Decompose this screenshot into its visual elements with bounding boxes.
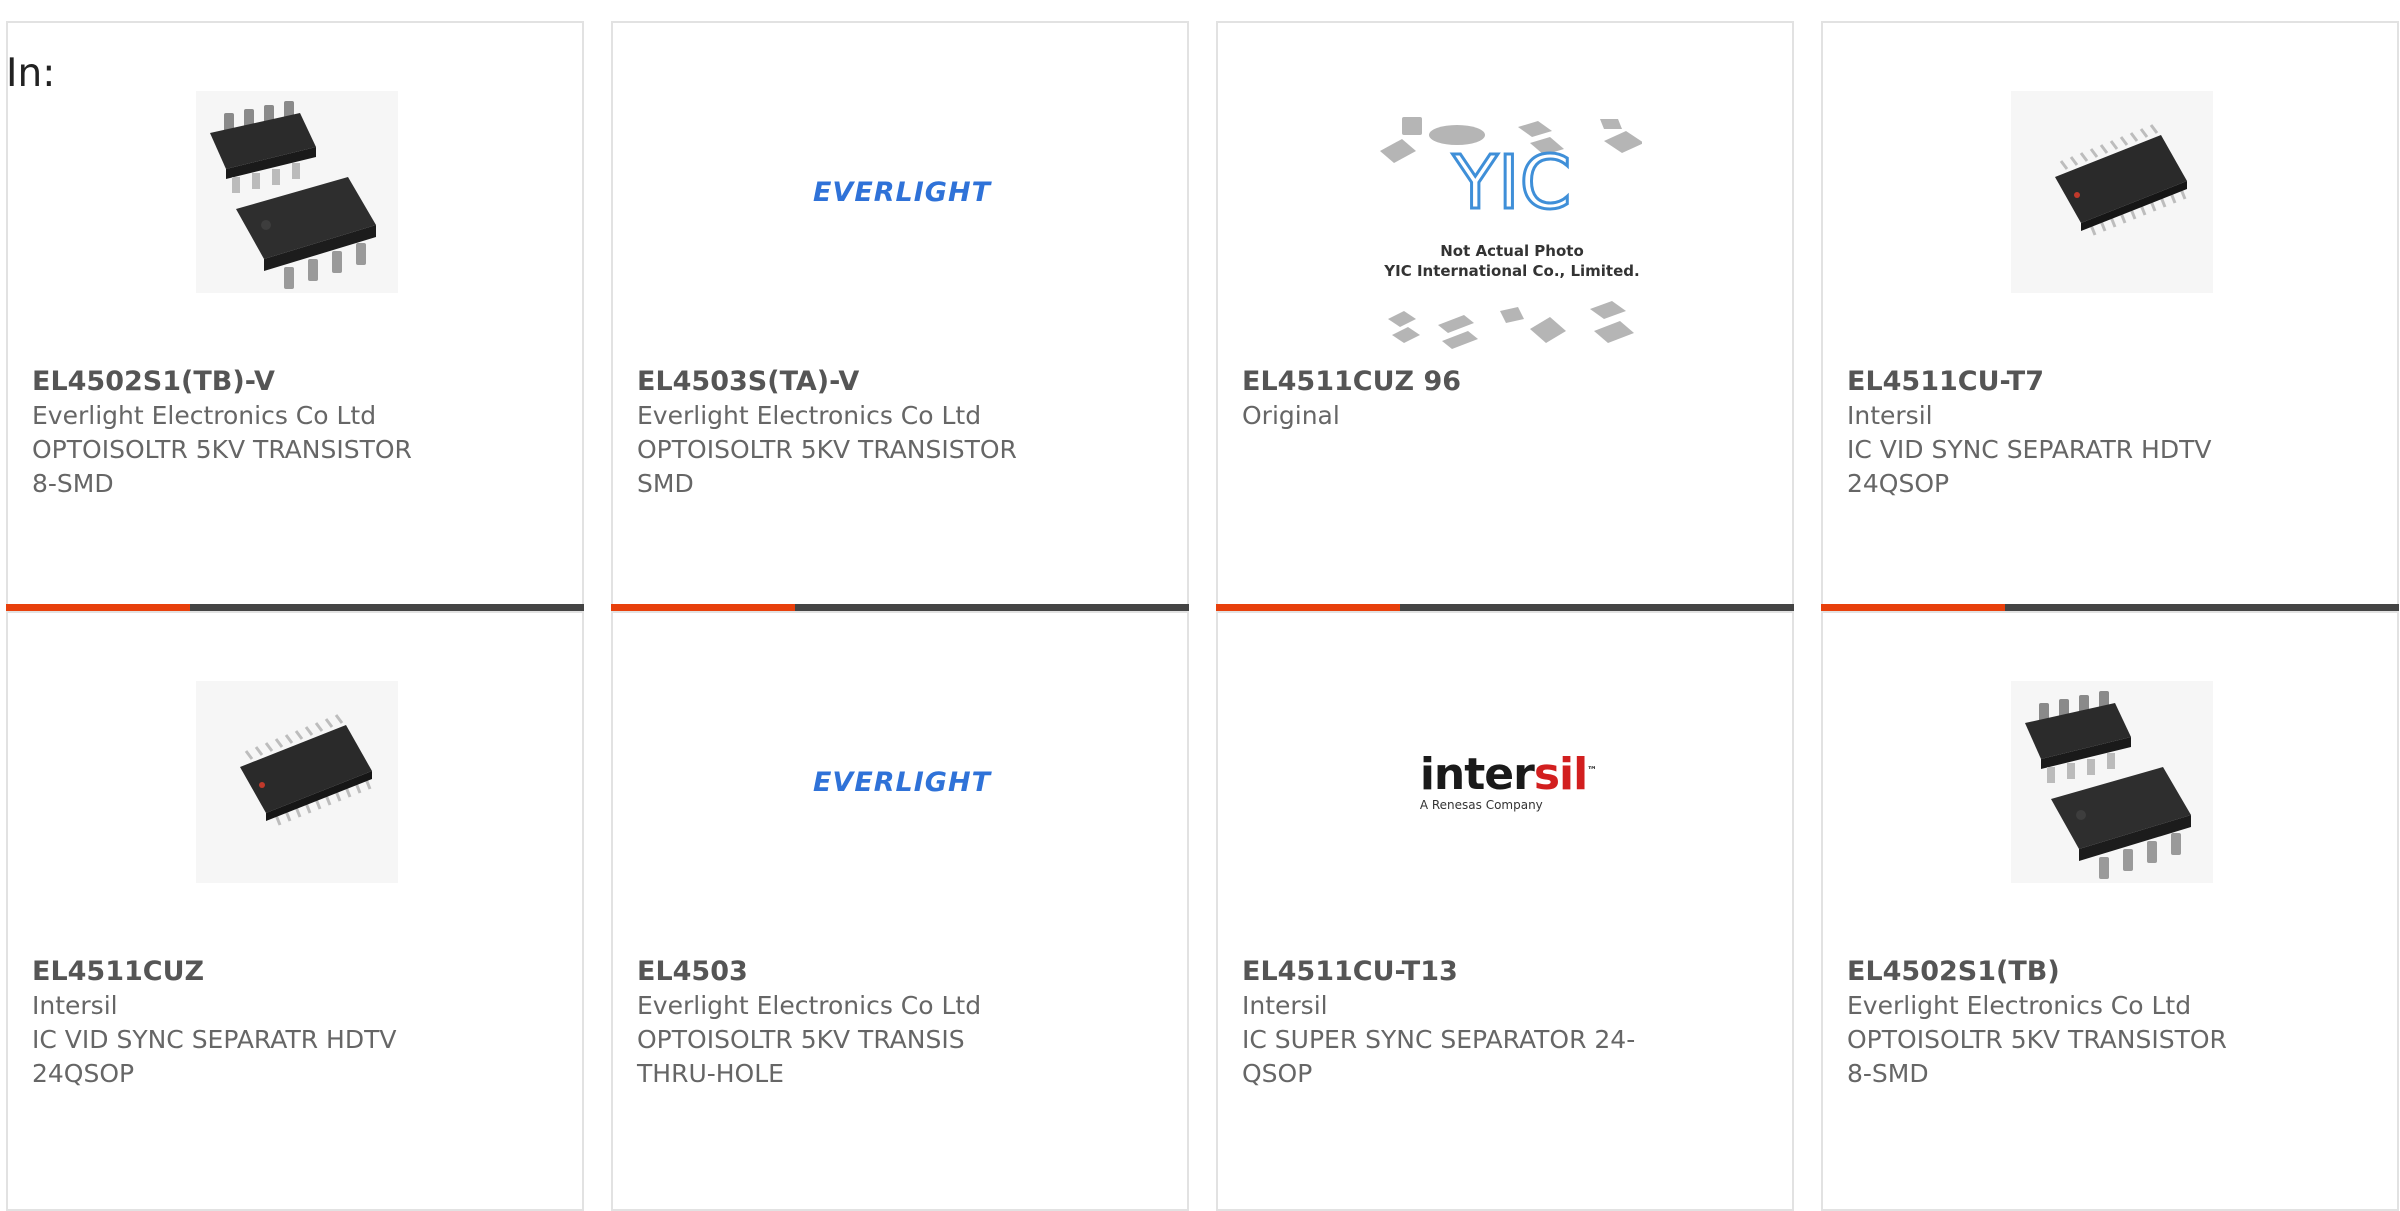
product-part-number[interactable]: EL4502S1(TB)-V <box>32 365 462 399</box>
product-manufacturer: Everlight Electronics Co Ltd <box>637 991 982 1020</box>
product-card[interactable]: EVERLIGHT EL4503S(TA)-V Everlight Electr… <box>611 21 1189 611</box>
product-card[interactable]: EL4502S1(TB)-V Everlight Electronics Co … <box>6 21 584 611</box>
product-image-chip-8smd <box>196 91 398 293</box>
everlight-logo: EVERLIGHT <box>812 176 991 208</box>
product-part-number[interactable]: EL4502S1(TB) <box>1847 955 2277 989</box>
product-description: OPTOISOLTR 5KV TRANSISTOR <box>637 435 1017 464</box>
product-manufacturer: Intersil <box>1847 401 1933 430</box>
product-manufacturer: Intersil <box>1242 991 1328 1020</box>
intersil-word-b: sil <box>1533 749 1588 800</box>
product-card[interactable]: EL4502S1(TB) Everlight Electronics Co Lt… <box>1821 611 2399 1211</box>
product-card[interactable]: EVERLIGHT EL4503 Everlight Electronics C… <box>611 611 1189 1211</box>
everlight-logo: EVERLIGHT <box>812 766 991 798</box>
product-description: OPTOISOLTR 5KV TRANSISTOR <box>32 435 412 464</box>
product-image-yic-placeholder: YIC Not Actual Photo YIC International C… <box>1368 108 1646 363</box>
product-description: OPTOISOLTR 5KV TRANSIS <box>637 1025 965 1054</box>
product-package: 8-SMD <box>32 469 114 498</box>
product-package: 24QSOP <box>32 1059 135 1088</box>
card-accent-bar <box>1216 604 1400 611</box>
filter-in-label: In: <box>6 51 56 96</box>
intersil-sub: A Renesas Company <box>1419 798 1543 812</box>
card-progress-bar <box>1216 604 1794 611</box>
product-part-number[interactable]: EL4511CU-T13 <box>1242 955 1672 989</box>
yic-line2: YIC International Co., Limited. <box>1383 262 1639 280</box>
product-description: IC SUPER SYNC SEPARATOR 24- <box>1242 1025 1636 1054</box>
product-manufacturer: Original <box>1242 401 1340 430</box>
card-progress-bar <box>611 604 1189 611</box>
product-manufacturer: Everlight Electronics Co Ltd <box>1847 991 2192 1020</box>
product-card[interactable]: EL4511CUZ Intersil IC VID SYNC SEPARATR … <box>6 611 584 1211</box>
product-manufacturer: Intersil <box>32 991 118 1020</box>
product-card[interactable]: EL4511CU-T7 Intersil IC VID SYNC SEPARAT… <box>1821 21 2399 611</box>
product-package: QSOP <box>1242 1059 1313 1088</box>
product-package: 24QSOP <box>1847 469 1950 498</box>
product-image-everlight-logo: EVERLIGHT <box>801 681 1003 883</box>
product-package: SMD <box>637 469 694 498</box>
product-part-number[interactable]: EL4511CU-T7 <box>1847 365 2277 399</box>
product-description: IC VID SYNC SEPARATR HDTV <box>1847 435 2212 464</box>
card-progress-bar <box>1821 604 2399 611</box>
product-image-chip-8smd <box>2011 681 2213 883</box>
product-manufacturer: Everlight Electronics Co Ltd <box>637 401 982 430</box>
intersil-word-a: inter <box>1419 749 1535 800</box>
product-image-chip-qsop <box>196 681 398 883</box>
product-part-number[interactable]: EL4503 <box>637 955 1067 989</box>
product-part-number[interactable]: EL4511CUZ <box>32 955 462 989</box>
product-card[interactable]: intersil™ A Renesas Company EL4511CU-T13… <box>1216 611 1794 1211</box>
card-accent-bar <box>6 604 190 611</box>
yic-line1: Not Actual Photo <box>1440 242 1584 260</box>
product-image-intersil-logo: intersil™ A Renesas Company <box>1388 681 1628 883</box>
intersil-logo: intersil™ A Renesas Company <box>1419 753 1597 812</box>
product-description: IC VID SYNC SEPARATR HDTV <box>32 1025 397 1054</box>
card-accent-bar <box>1821 604 2005 611</box>
product-card[interactable]: YIC Not Actual Photo YIC International C… <box>1216 21 1794 611</box>
product-manufacturer: Everlight Electronics Co Ltd <box>32 401 377 430</box>
product-part-number[interactable]: EL4511CUZ 96 <box>1242 365 1672 399</box>
product-description: OPTOISOLTR 5KV TRANSISTOR <box>1847 1025 2227 1054</box>
card-progress-bar <box>6 604 584 611</box>
product-image-everlight-logo: EVERLIGHT <box>801 91 1003 293</box>
product-package: THRU-HOLE <box>637 1059 784 1088</box>
svg-text:YIC: YIC <box>1452 140 1572 226</box>
product-package: 8-SMD <box>1847 1059 1929 1088</box>
product-part-number[interactable]: EL4503S(TA)-V <box>637 365 1067 399</box>
product-image-chip-qsop <box>2011 91 2213 293</box>
card-accent-bar <box>611 604 795 611</box>
intersil-tm: ™ <box>1587 765 1597 777</box>
